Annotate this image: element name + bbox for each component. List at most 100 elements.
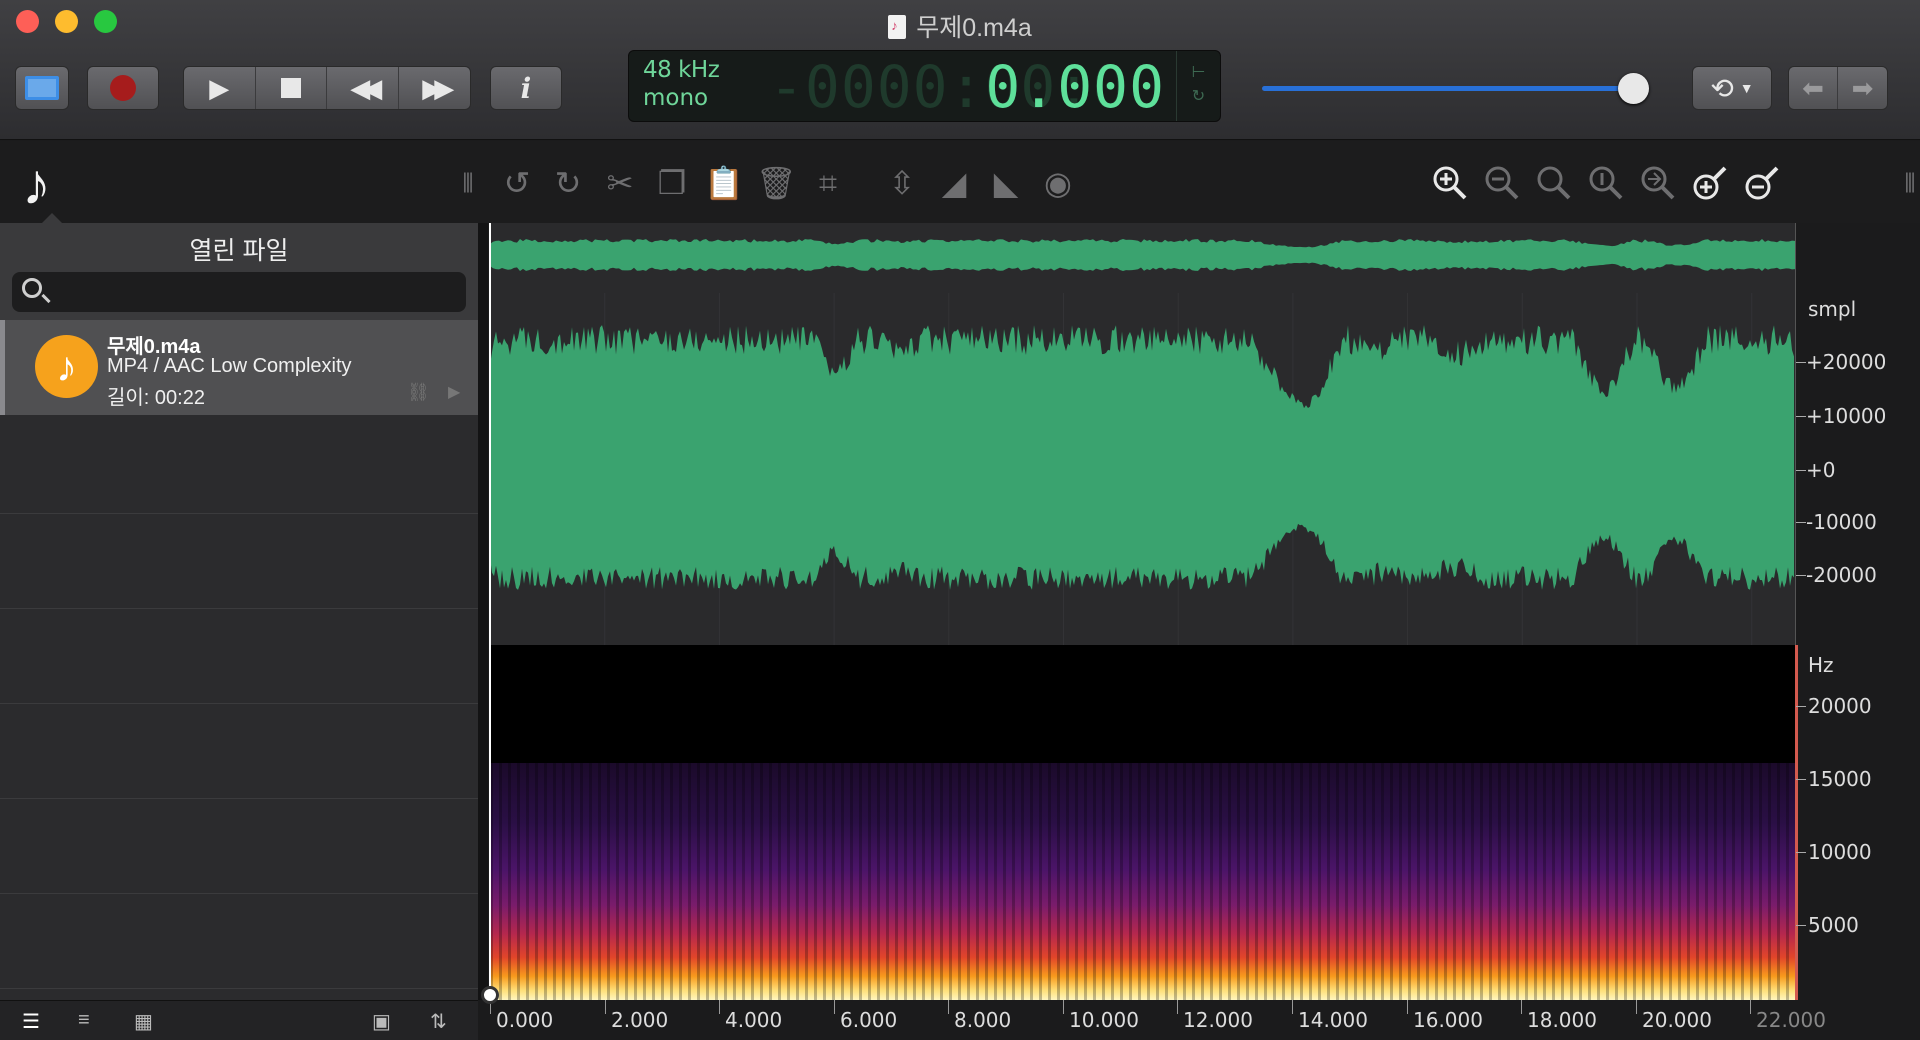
undo-icon[interactable]: ↺ <box>497 163 537 203</box>
info-button[interactable]: i <box>490 66 562 110</box>
drag-handle-icon: ⦀ <box>1904 168 1916 198</box>
play-button[interactable]: ▶ <box>184 67 256 109</box>
record-button[interactable] <box>87 66 159 110</box>
zoom-in-icon[interactable] <box>1430 163 1470 203</box>
list-divider <box>0 893 478 894</box>
fastforward-button[interactable]: ▶▶ <box>398 67 470 109</box>
file-length: 길이: 00:22 <box>107 387 205 409</box>
delete-icon[interactable]: 🗑 <box>756 163 797 203</box>
normalize-icon[interactable]: ⇳ <box>882 163 922 203</box>
volume-slider-knob[interactable] <box>1618 73 1649 104</box>
info-icon: i <box>520 71 532 105</box>
play-icon: ▶ <box>209 72 230 103</box>
time-label: 6.000 <box>840 1008 898 1032</box>
app-window: 무제0.m4a ▶ ◀◀ ▶▶ i 48 kHz mono -0000:00:0… <box>0 0 1920 1040</box>
crop-icon[interactable]: ⌗ <box>808 163 848 203</box>
time-label: 10.000 <box>1069 1008 1139 1032</box>
stop-icon <box>280 78 301 98</box>
list-divider <box>0 608 478 609</box>
panel-splitter[interactable] <box>478 223 488 1000</box>
x-tick <box>834 1000 835 1014</box>
record-icon <box>110 75 136 101</box>
amplitude-label: +0 <box>1806 458 1836 482</box>
stop-button[interactable] <box>255 67 327 109</box>
arrow-left-icon: ⬅ <box>1802 72 1824 103</box>
list-divider <box>0 513 478 514</box>
x-tick <box>1636 1000 1637 1014</box>
copy-icon[interactable]: ❐ <box>652 163 692 203</box>
music-note-icon[interactable]: ♪ <box>22 151 51 218</box>
sidebar: ♪ 열린 파일 ♪ 무제0.m4a MP4 / AAC Low Complexi… <box>0 141 478 1000</box>
back-button[interactable]: ⬅ <box>1789 67 1839 109</box>
y-tick <box>1796 852 1806 853</box>
time-label: 16.000 <box>1413 1008 1483 1032</box>
list-divider <box>0 988 478 989</box>
cut-icon[interactable]: ✂ <box>600 163 640 203</box>
y-tick <box>1796 779 1806 780</box>
fade-out-icon[interactable]: ◣ <box>986 163 1026 203</box>
transport-controls: ▶ ◀◀ ▶▶ <box>183 66 471 110</box>
grid-view-icon[interactable]: ▦ <box>134 1009 153 1034</box>
link-icon[interactable]: ⛓ <box>407 382 430 403</box>
effects-icon[interactable]: ◉ <box>1038 163 1078 203</box>
y-tick <box>1796 470 1806 471</box>
playhead[interactable] <box>489 223 491 1000</box>
loop-toggle[interactable]: ⊢ ↻ <box>1176 51 1220 121</box>
x-tick <box>1750 1000 1751 1014</box>
zoom-reset-icon[interactable] <box>1638 163 1678 203</box>
fade-in-icon[interactable]: ◢ <box>934 163 974 203</box>
image-icon[interactable]: ▣ <box>372 1009 391 1034</box>
channel-mode: mono <box>643 85 709 111</box>
search-icon <box>22 278 42 298</box>
zoom-fit-icon[interactable] <box>1534 163 1574 203</box>
time-label: 22.000 <box>1756 1008 1826 1032</box>
time-axis: 0.000 2.000 4.000 6.000 8.000 10.000 12.… <box>478 1000 1920 1040</box>
x-tick <box>1177 1000 1178 1014</box>
time-label: 12.000 <box>1183 1008 1253 1032</box>
frequency-label: 10000 <box>1808 840 1872 864</box>
current-time: 0.000 <box>985 53 1165 121</box>
time-label: 0.000 <box>496 1008 554 1032</box>
y-tick <box>1796 706 1806 707</box>
x-tick <box>719 1000 720 1014</box>
list-divider <box>0 703 478 704</box>
list-divider <box>0 798 478 799</box>
fastforward-icon: ▶▶ <box>422 72 454 103</box>
playhead-handle[interactable] <box>481 986 499 1004</box>
search-input[interactable] <box>12 272 466 312</box>
file-play-icon[interactable]: ▶ <box>448 382 460 402</box>
sidebar-pointer <box>42 213 62 223</box>
spectrogram-heatmap <box>490 763 1795 1000</box>
rewind-button[interactable]: ◀◀ <box>327 67 399 109</box>
x-tick <box>1407 1000 1408 1014</box>
volume-slider-track[interactable] <box>1262 86 1636 91</box>
spectrogram-axis-line <box>1795 645 1798 1000</box>
amplitude-label: +10000 <box>1806 404 1887 428</box>
x-tick <box>605 1000 606 1014</box>
compact-list-icon[interactable]: ≡ <box>78 1009 90 1032</box>
redo-icon[interactable]: ↻ <box>548 163 588 203</box>
open-files-title: 열린 파일 <box>189 237 289 265</box>
list-view-icon[interactable]: ☰ <box>22 1009 40 1034</box>
x-tick <box>1063 1000 1064 1014</box>
file-list-item[interactable]: ♪ 무제0.m4a MP4 / AAC Low Complexity 길이: 0… <box>0 320 478 415</box>
y-tick <box>1796 925 1806 926</box>
vertical-zoom-in-icon[interactable] <box>1690 163 1730 203</box>
zoom-out-icon[interactable] <box>1482 163 1522 203</box>
time-label: 8.000 <box>954 1008 1012 1032</box>
range-icon: ⊢ <box>1191 64 1206 81</box>
spectrogram-view[interactable] <box>490 645 1795 1000</box>
paste-icon[interactable]: 📋 <box>704 163 744 203</box>
history-button[interactable]: ⟲ ▼ <box>1692 66 1772 110</box>
window-title-text: 무제0.m4a <box>916 14 1032 42</box>
vertical-zoom-out-icon[interactable] <box>1742 163 1782 203</box>
frequency-label: 5000 <box>1808 913 1859 937</box>
forward-button[interactable]: ➡ <box>1838 67 1887 109</box>
x-tick <box>1292 1000 1293 1014</box>
sort-icon[interactable]: ⇅ <box>430 1009 447 1034</box>
zoom-selection-icon[interactable] <box>1586 163 1626 203</box>
view-toggle-button[interactable] <box>15 66 69 110</box>
x-tick <box>948 1000 949 1014</box>
waveform-view[interactable] <box>490 223 1795 645</box>
frequency-unit-label: Hz <box>1808 653 1834 677</box>
